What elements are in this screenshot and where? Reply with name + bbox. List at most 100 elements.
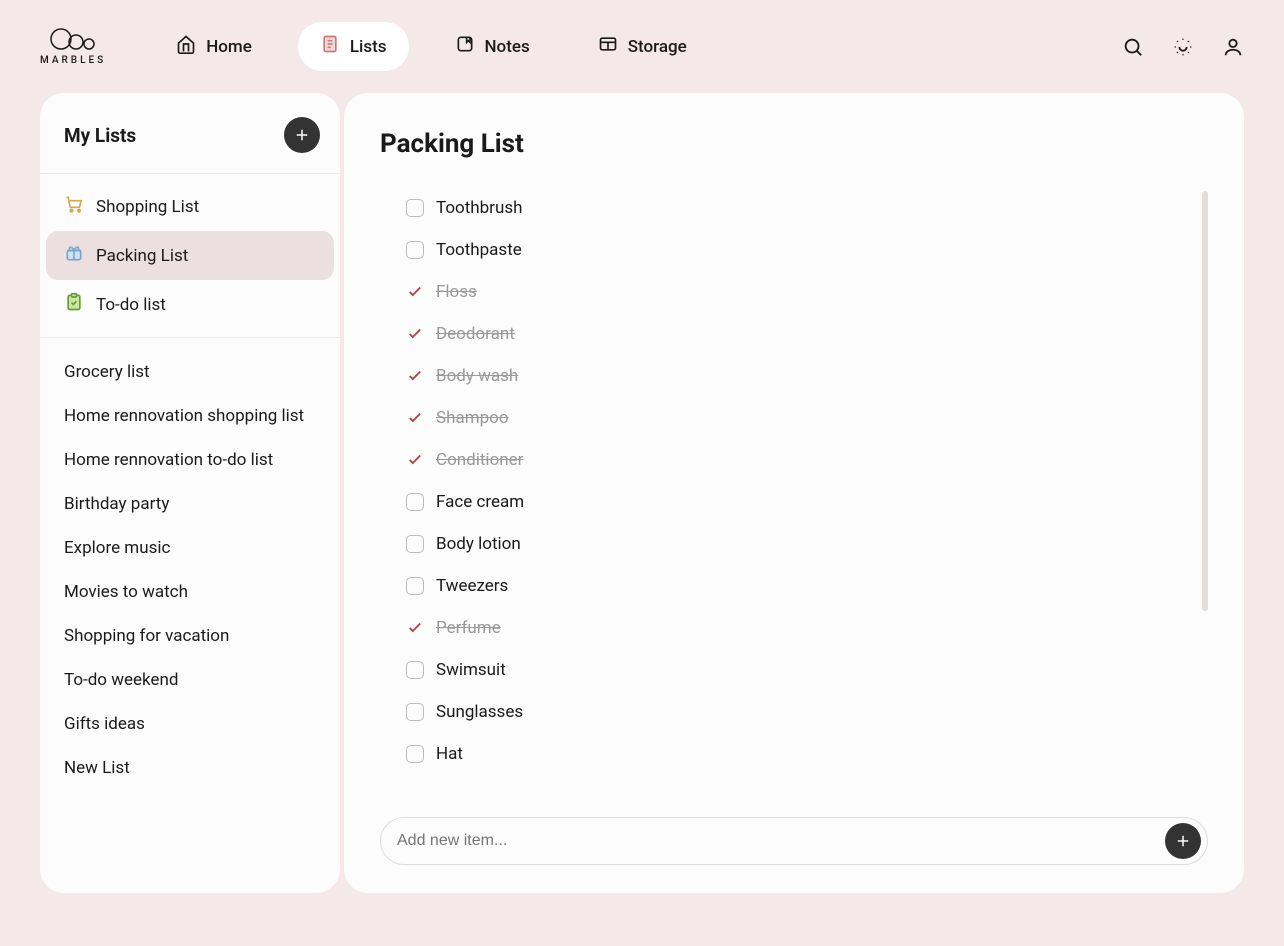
logo[interactable]: MARBLES [40,27,106,66]
task-label[interactable]: Body lotion [436,534,521,554]
sidebar-item-new-list[interactable]: New List [46,746,334,790]
sidebar-others: Grocery list Home rennovation shopping li… [40,337,340,802]
nav-right [1122,36,1244,58]
top-nav: MARBLES Home Lists Notes Storage [0,0,1284,93]
brand-name: MARBLES [40,55,106,66]
task-label[interactable]: Deodorant [436,324,515,344]
nav-tab-label: Storage [628,37,687,57]
nav-tab-lists[interactable]: Lists [298,22,409,71]
gift-icon [64,243,84,268]
check-icon [64,292,84,317]
sidebar-item-label: Explore music [64,538,170,558]
search-icon[interactable] [1122,36,1144,58]
task-row: Perfume [406,607,1208,649]
content: My Lists Shopping List Packing List To-do … [0,93,1284,893]
task-list: Toothbrush Toothpaste Floss Deodorant Body w… [380,187,1208,805]
sidebar-title: My Lists [64,124,136,147]
task-label[interactable]: Toothbrush [436,198,522,218]
sidebar-item-packing-list[interactable]: Packing List [46,231,334,280]
task-label[interactable]: Shampoo [436,408,509,428]
checkbox-checked-icon[interactable] [406,367,424,385]
task-label[interactable]: Toothpaste [436,240,522,260]
sidebar-item-label: Home rennovation to-do list [64,450,273,470]
nav-left: MARBLES Home Lists Notes Storage [40,22,709,71]
task-label[interactable]: Swimsuit [436,660,506,680]
checkbox-empty[interactable] [406,535,424,553]
scrollbar[interactable] [1202,191,1208,611]
checkbox-empty[interactable] [406,493,424,511]
sidebar-item-explore-music[interactable]: Explore music [46,526,334,570]
checkbox-empty[interactable] [406,703,424,721]
add-item-bar [380,817,1208,865]
sidebar-item-label: Home rennovation shopping list [64,406,304,426]
sidebar-featured: Shopping List Packing List To-do list [40,173,340,337]
sidebar-item-label: New List [64,758,130,778]
profile-icon[interactable] [1222,36,1244,58]
task-row: Face cream [406,481,1208,523]
sidebar-item-to-do-weekend[interactable]: To-do weekend [46,658,334,702]
checkbox-checked-icon[interactable] [406,283,424,301]
task-label[interactable]: Body wash [436,366,518,386]
nav-tab-label: Home [206,37,252,57]
add-list-button[interactable] [284,117,320,153]
checkbox-checked-icon[interactable] [406,619,424,637]
sidebar-item-home-rennovation-to-do-list[interactable]: Home rennovation to-do list [46,438,334,482]
theme-toggle-icon[interactable] [1172,36,1194,58]
checkbox-empty[interactable] [406,199,424,217]
sidebar-item-label: Grocery list [64,362,150,382]
sidebar-item-gifts-ideas[interactable]: Gifts ideas [46,702,334,746]
sidebar-item-movies-to-watch[interactable]: Movies to watch [46,570,334,614]
task-label[interactable]: Hat [436,744,463,764]
cart-icon [64,194,84,219]
checkbox-empty[interactable] [406,661,424,679]
sidebar-item-grocery-list[interactable]: Grocery list [46,350,334,394]
sidebar-item-label: To-do list [96,295,166,315]
task-label[interactable]: Face cream [436,492,524,512]
logo-icon [49,27,97,51]
add-item-input[interactable] [397,822,1165,860]
sidebar-item-shopping-for-vacation[interactable]: Shopping for vacation [46,614,334,658]
page-title: Packing List [380,129,1208,159]
sidebar-item-label: Packing List [96,246,188,266]
checkbox-empty[interactable] [406,241,424,259]
task-row: Tweezers [406,565,1208,607]
home-icon [176,34,196,59]
nav-tab-storage[interactable]: Storage [576,22,709,71]
sidebar: My Lists Shopping List Packing List To-do … [40,93,340,893]
task-label[interactable]: Conditioner [436,450,523,470]
main-panel: Packing List Toothbrush Toothpaste Floss De… [344,93,1244,893]
add-item-button[interactable] [1165,823,1201,859]
task-label[interactable]: Floss [436,282,477,302]
task-label[interactable]: Perfume [436,618,501,638]
task-area: Toothbrush Toothpaste Floss Deodorant Body w… [380,187,1208,805]
sidebar-item-label: Shopping for vacation [64,626,229,646]
task-label[interactable]: Sunglasses [436,702,523,722]
checkbox-checked-icon[interactable] [406,325,424,343]
nav-tabs: Home Lists Notes Storage [154,22,709,71]
nav-tab-label: Notes [485,37,530,57]
task-row: Swimsuit [406,649,1208,691]
sidebar-item-home-rennovation-shopping-list[interactable]: Home rennovation shopping list [46,394,334,438]
nav-tab-home[interactable]: Home [154,22,274,71]
sidebar-item-label: Birthday party [64,494,169,514]
task-row: Toothbrush [406,187,1208,229]
task-row: Hat [406,733,1208,775]
nav-tab-notes[interactable]: Notes [433,22,552,71]
sidebar-item-label: Gifts ideas [64,714,145,734]
sidebar-item-label: Movies to watch [64,582,188,602]
task-row: Body wash [406,355,1208,397]
sidebar-item-shopping-list[interactable]: Shopping List [46,182,334,231]
checkbox-empty[interactable] [406,577,424,595]
task-row: Shampoo [406,397,1208,439]
sidebar-item-label: To-do weekend [64,670,178,690]
nav-tab-label: Lists [350,37,387,57]
task-row: Deodorant [406,313,1208,355]
sidebar-item-to-do-list[interactable]: To-do list [46,280,334,329]
checkbox-checked-icon[interactable] [406,409,424,427]
storage-icon [598,34,618,59]
sidebar-item-birthday-party[interactable]: Birthday party [46,482,334,526]
task-row: Body lotion [406,523,1208,565]
checkbox-checked-icon[interactable] [406,451,424,469]
task-label[interactable]: Tweezers [436,576,508,596]
checkbox-empty[interactable] [406,745,424,763]
